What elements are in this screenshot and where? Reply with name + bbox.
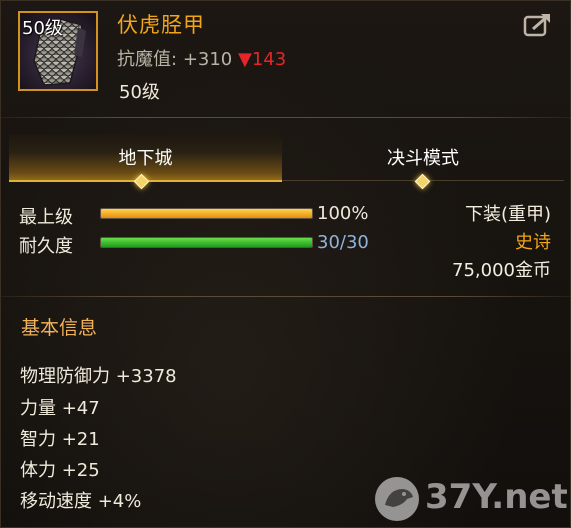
magic-resist-stat: 抗魔值: +310 ▼143 — [117, 45, 286, 71]
stat-value: +310 — [182, 49, 233, 70]
mode-tabs: 地下城 决斗模式 — [9, 134, 564, 182]
attr-physical-defense: 物理防御力 +3378 — [20, 366, 177, 387]
item-name: 伏虎胫甲 — [117, 13, 205, 37]
durability-label: 耐久度 — [19, 236, 73, 257]
price-label: 75,000金币 — [452, 260, 551, 281]
item-icon-frame[interactable]: 50级 — [18, 11, 98, 91]
section-divider — [1, 296, 571, 297]
durability-bar — [100, 237, 313, 248]
watermark-text: 37Y.net — [425, 477, 568, 517]
basic-info-title: 基本信息 — [21, 317, 98, 339]
share-icon[interactable] — [523, 11, 553, 37]
tab-duel-mode-label: 决斗模式 — [387, 148, 459, 169]
durability-value: 30/30 — [317, 232, 369, 253]
attr-vitality: 体力 +25 — [20, 460, 100, 481]
stat-change-decrease: ▼143 — [238, 49, 287, 70]
attr-intelligence: 智力 +21 — [20, 429, 100, 450]
grade-bar — [100, 208, 313, 219]
durability-bar-fill — [101, 238, 312, 247]
grade-value: 100% — [317, 203, 369, 224]
bird-logo-icon — [375, 477, 419, 521]
tab-dungeon[interactable]: 地下城 — [9, 134, 282, 182]
site-watermark: 37Y.net — [373, 473, 568, 525]
item-tooltip-panel: 50级 伏虎胫甲 抗魔值: +310 ▼143 50级 地下城 决斗模式 最上级… — [0, 0, 571, 528]
grade-bar-fill — [101, 209, 312, 218]
equipment-slot: 下装(重甲) — [464, 204, 551, 225]
rarity-label: 史诗 — [515, 232, 551, 253]
required-level: 50级 — [119, 82, 160, 103]
header-divider — [1, 117, 571, 118]
grade-label: 最上级 — [19, 207, 73, 228]
attr-strength: 力量 +47 — [20, 398, 100, 419]
stat-label: 抗魔值: — [117, 49, 178, 70]
tab-dungeon-label: 地下城 — [118, 148, 173, 169]
attr-move-speed: 移动速度 +4% — [20, 491, 142, 512]
item-level-badge: 50级 — [22, 18, 63, 39]
